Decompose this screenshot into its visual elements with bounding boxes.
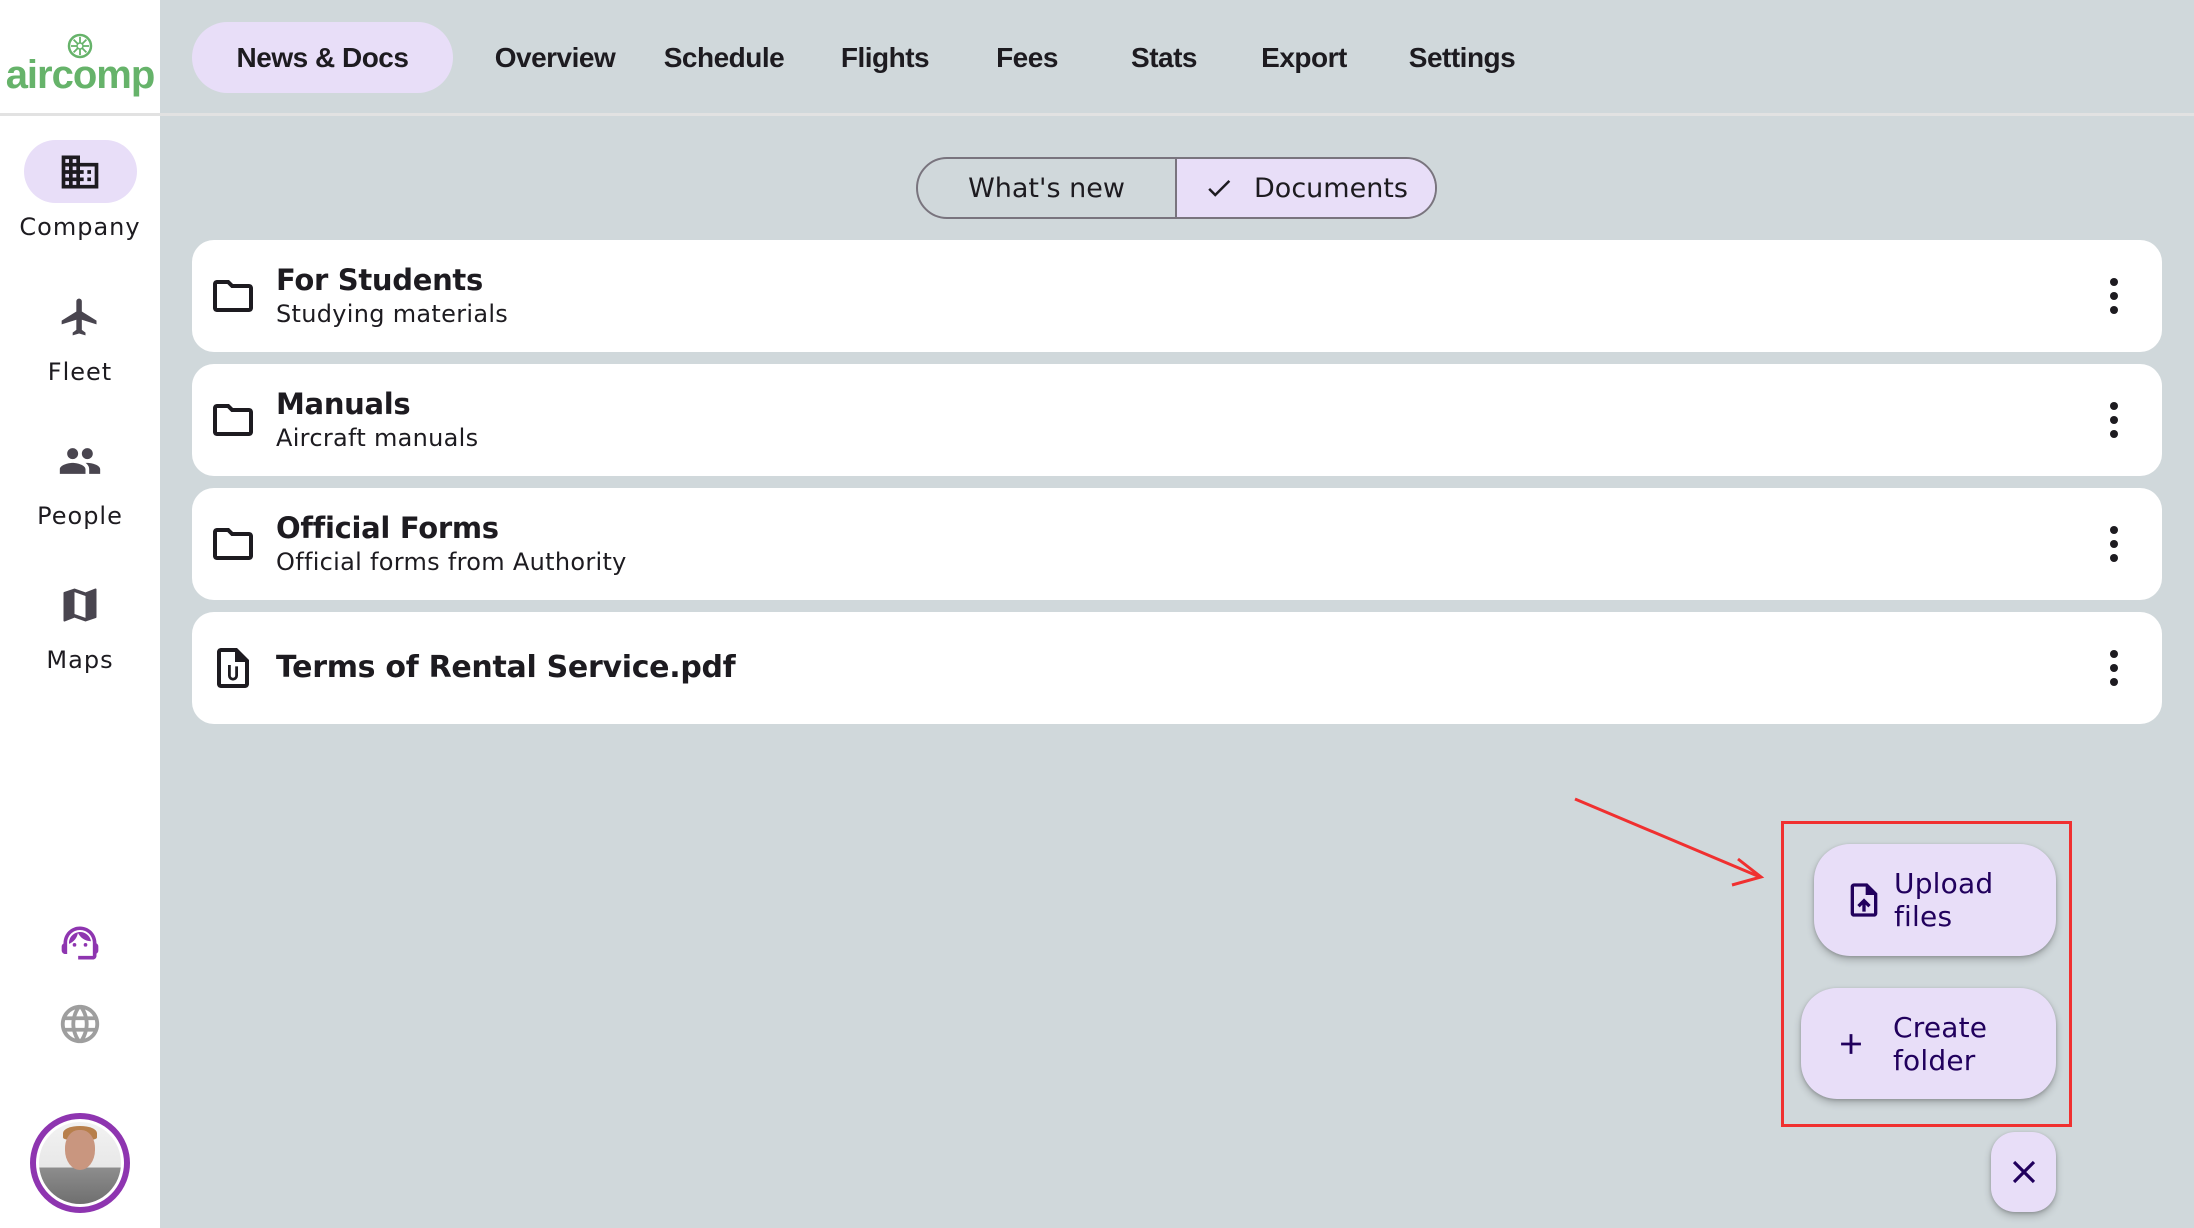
upload-file-icon xyxy=(1850,883,1878,917)
annotation-arrow xyxy=(1574,797,1765,887)
logo-divider xyxy=(0,113,160,116)
more-vert-icon xyxy=(2110,402,2118,410)
list-item-text: Terms of Rental Service.pdf xyxy=(276,650,736,686)
plus-icon xyxy=(1841,1033,1861,1054)
documents-segment[interactable]: Documents xyxy=(1177,159,1435,217)
list-item-text: Official Forms Official forms from Autho… xyxy=(276,510,627,578)
user-avatar[interactable] xyxy=(30,1113,130,1213)
more-vert-dot xyxy=(2110,292,2118,300)
more-vert-dot xyxy=(2110,540,2118,548)
upload-files-label: Upload files xyxy=(1894,867,1994,933)
sidebar-item-company[interactable]: Company xyxy=(0,140,160,241)
language-button[interactable] xyxy=(55,999,105,1049)
whats-new-segment[interactable]: What's new xyxy=(918,159,1177,217)
top-navigation: News & Docs Overview Schedule Flights Fe… xyxy=(160,0,2194,113)
sidebar-item-label: People xyxy=(37,502,123,530)
tab-schedule[interactable]: Schedule xyxy=(642,22,806,93)
more-vert-dot xyxy=(2110,554,2118,562)
sidebar-item-label: Maps xyxy=(46,646,114,674)
logo[interactable]: aircomp xyxy=(0,0,160,113)
tab-fees[interactable]: Fees xyxy=(972,22,1082,93)
more-vert-icon xyxy=(2110,278,2118,286)
list-item-file[interactable]: Terms of Rental Service.pdf xyxy=(192,612,2162,724)
more-options-button[interactable] xyxy=(2104,398,2124,442)
logo-text: aircomp xyxy=(5,52,156,97)
maps-pill xyxy=(24,573,137,636)
more-vert-dot xyxy=(2110,430,2118,438)
more-options-button[interactable] xyxy=(2104,522,2124,566)
more-vert-dot xyxy=(2110,416,2118,424)
airplane-icon xyxy=(61,298,97,335)
tab-stats[interactable]: Stats xyxy=(1104,22,1224,93)
tab-flights[interactable]: Flights xyxy=(820,22,950,93)
sidebar-item-label: Company xyxy=(19,213,141,241)
list-item-title: Manuals xyxy=(276,387,411,421)
more-vert-dot xyxy=(2110,306,2118,314)
sidebar: aircomp Company Fleet People Maps xyxy=(0,0,160,1228)
more-options-button[interactable] xyxy=(2104,646,2124,690)
create-folder-button[interactable]: Create folder xyxy=(1801,988,2056,1099)
folder-icon xyxy=(213,528,253,560)
map-icon xyxy=(63,588,97,621)
folder-icon xyxy=(213,280,253,312)
more-vert-dot xyxy=(2110,664,2118,672)
tab-overview[interactable]: Overview xyxy=(468,22,642,93)
list-item-title: For Students xyxy=(276,263,483,297)
list-item-subtitle: Aircraft manuals xyxy=(276,424,479,452)
avatar-face xyxy=(65,1130,95,1170)
list-item-subtitle: Studying materials xyxy=(276,300,509,328)
sidebar-item-people[interactable]: People xyxy=(0,429,160,530)
people-pill xyxy=(24,429,137,492)
close-fab-menu-button[interactable] xyxy=(1991,1132,2056,1212)
support-agent-icon xyxy=(61,926,99,960)
more-vert-icon xyxy=(2110,526,2118,534)
documents-segment-label: Documents xyxy=(1254,172,1408,204)
globe-icon xyxy=(60,1004,100,1044)
people-icon xyxy=(59,447,101,474)
list-item-text: For Students Studying materials xyxy=(276,262,508,330)
tab-export[interactable]: Export xyxy=(1240,22,1368,93)
building-icon xyxy=(61,155,99,188)
list-item-title: Official Forms xyxy=(276,511,499,545)
company-pill xyxy=(23,140,137,203)
check-icon xyxy=(1208,179,1231,197)
list-item-folder[interactable]: Manuals Aircraft manuals xyxy=(192,364,2162,476)
folder-icon xyxy=(213,404,253,436)
header-divider xyxy=(160,113,2194,116)
sidebar-item-label: Fleet xyxy=(47,358,113,386)
more-vert-icon xyxy=(2110,650,2118,658)
sidebar-item-fleet[interactable]: Fleet xyxy=(0,285,160,386)
list-item-folder[interactable]: Official Forms Official forms from Autho… xyxy=(192,488,2162,600)
more-options-button[interactable] xyxy=(2104,274,2124,318)
support-button[interactable] xyxy=(55,918,105,968)
create-folder-label: Create folder xyxy=(1893,1010,1988,1077)
list-item-title: Terms of Rental Service.pdf xyxy=(276,650,736,685)
list-item-folder[interactable]: For Students Studying materials xyxy=(192,240,2162,352)
fleet-pill xyxy=(24,285,137,348)
upload-files-button[interactable]: Upload files xyxy=(1814,844,2056,956)
list-item-text: Manuals Aircraft manuals xyxy=(276,386,478,454)
avatar-photo xyxy=(39,1122,121,1204)
list-item-subtitle: Official forms from Authority xyxy=(276,548,627,576)
more-vert-dot xyxy=(2110,678,2118,686)
sidebar-item-maps[interactable]: Maps xyxy=(0,573,160,674)
view-toggle: What's new Documents xyxy=(916,157,1437,219)
file-attachment-icon xyxy=(217,648,249,688)
tab-settings[interactable]: Settings xyxy=(1392,22,1532,93)
close-icon xyxy=(2012,1160,2035,1184)
tab-news-docs[interactable]: News & Docs xyxy=(192,22,453,93)
